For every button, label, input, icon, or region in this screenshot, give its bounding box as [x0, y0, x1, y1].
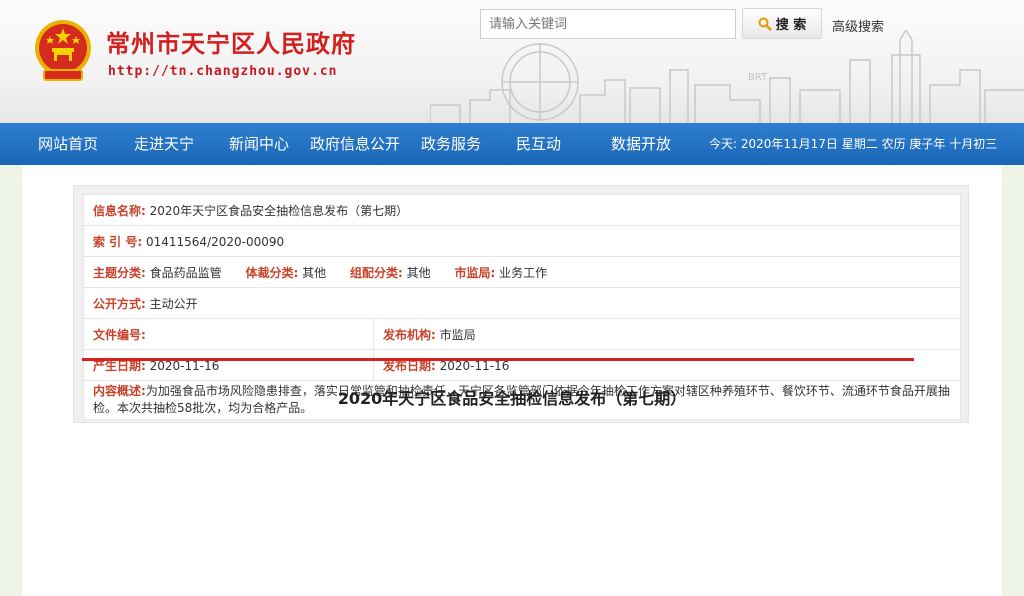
site-title: 常州市天宁区人民政府 [106, 29, 356, 58]
content-page: 信息名称: 2020年天宁区食品安全抽检信息发布（第七期） 索 引 号: 014… [22, 165, 1002, 596]
info-genre-label: 体裁分类: [245, 265, 299, 280]
nav-open-data[interactable]: 数据开放 [611, 123, 671, 165]
info-index-value: 01411564/2020-00090 [145, 234, 285, 249]
nav-interaction[interactable]: 民互动 [516, 123, 561, 165]
search-input[interactable] [480, 9, 736, 39]
info-bureau-label: 市监局: [454, 265, 496, 280]
info-publisher-label: 发布机构: [383, 327, 436, 342]
article-title: 2020年天宁区食品安全抽检信息发布（第七期） [337, 389, 687, 408]
info-bureau-value: 业务工作 [499, 265, 548, 280]
search-icon [758, 17, 772, 31]
nav-home[interactable]: 网站首页 [38, 123, 98, 165]
info-topic-value: 食品药品监管 [149, 265, 222, 280]
nav-gov-info[interactable]: 政府信息公开 [310, 123, 400, 165]
info-index-label: 索 引 号: [93, 234, 143, 249]
main-nav: 网站首页 走进天宁 新闻中心 政府信息公开 政务服务 民互动 数据开放 今天: … [0, 123, 1024, 165]
current-date: 今天: 2020年11月17日 星期二 农历 庚子年 十月初三 [709, 137, 998, 151]
info-open-value: 主动公开 [149, 296, 198, 311]
info-row-doc: 文件编号: 发布机构: 市监局 [83, 318, 961, 350]
national-emblem-icon [35, 20, 91, 81]
info-topic-label: 主题分类: [93, 265, 146, 280]
info-docno-label: 文件编号: [93, 327, 146, 342]
title-divider [82, 358, 914, 361]
info-row-dates: 产生日期: 2020-11-16 发布日期: 2020-11-16 [83, 349, 961, 381]
search-button-label: 搜 索 [775, 18, 807, 33]
info-row-open: 公开方式: 主动公开 [83, 287, 961, 319]
nav-about[interactable]: 走进天宁 [134, 123, 194, 165]
advanced-search-link[interactable]: 高级搜索 [832, 16, 884, 35]
info-row-name: 信息名称: 2020年天宁区食品安全抽检信息发布（第七期） [83, 194, 961, 226]
info-org-label: 组配分类: [349, 265, 403, 280]
nav-news[interactable]: 新闻中心 [229, 123, 289, 165]
site-header: 常州市天宁区人民政府 http://tn.changzhou.gov.cn BR… [0, 0, 1024, 123]
skyline-brt-label: BRT [748, 72, 768, 83]
info-publisher-value: 市监局 [439, 327, 476, 342]
nav-services[interactable]: 政务服务 [421, 123, 481, 165]
info-name-label: 信息名称: [93, 203, 146, 218]
info-name-value: 2020年天宁区食品安全抽检信息发布（第七期） [149, 203, 409, 218]
info-row-index: 索 引 号: 01411564/2020-00090 [83, 225, 961, 257]
site-url[interactable]: http://tn.changzhou.gov.cn [108, 64, 338, 79]
info-org-value: 其他 [406, 265, 431, 280]
info-open-label: 公开方式: [93, 296, 146, 311]
search-button[interactable]: 搜 索 [742, 8, 822, 39]
city-skyline-graphic: BRT [430, 30, 1024, 123]
info-genre-value: 其他 [302, 265, 327, 280]
info-row-categories: 主题分类: 食品药品监管 体裁分类: 其他 组配分类: 其他 市监局: 业务工作 [83, 256, 961, 288]
